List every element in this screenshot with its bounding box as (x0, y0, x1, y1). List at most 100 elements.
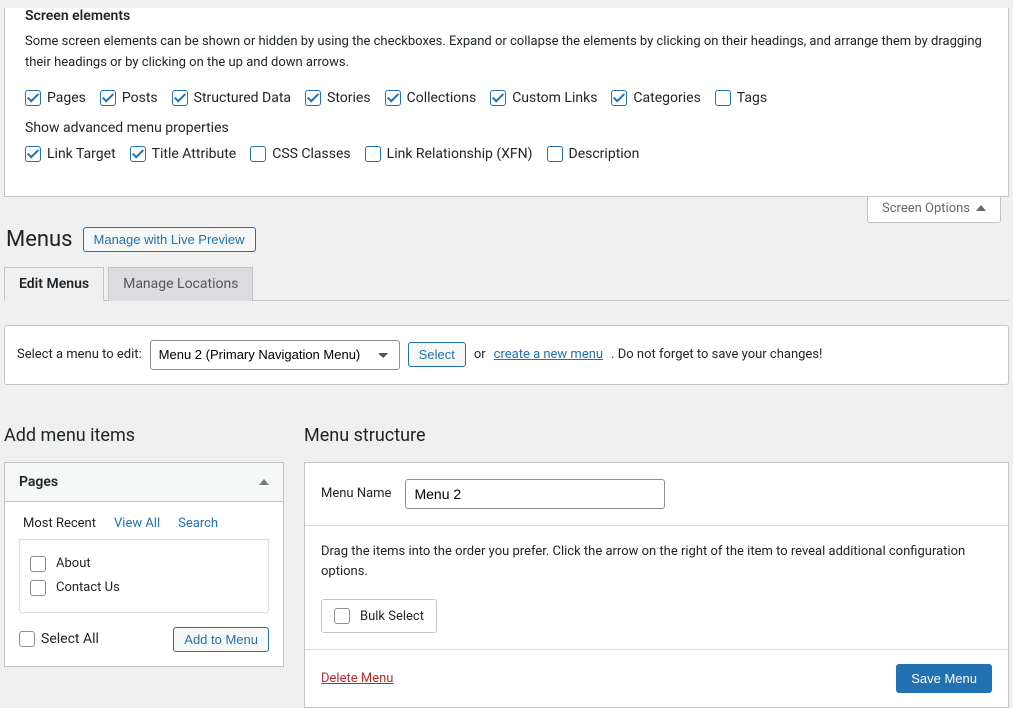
advanced-property-checkbox[interactable]: Link Relationship (XFN) (365, 146, 533, 162)
screen-element-checkbox[interactable]: Custom Links (490, 90, 597, 106)
main-tabs: Edit Menus Manage Locations (4, 266, 1009, 301)
screen-elements-heading: Screen elements (25, 8, 988, 24)
pages-items-box: About Contact Us (19, 539, 269, 613)
select-menu-label: Select a menu to edit: (17, 347, 142, 362)
pages-accordion: Pages Most Recent View All Search About C… (4, 462, 284, 667)
tab-manage-locations[interactable]: Manage Locations (108, 267, 253, 301)
add-items-column: Add menu items Pages Most Recent View Al… (4, 425, 284, 667)
checkbox-input[interactable] (365, 146, 381, 162)
checkbox-label: Description (569, 146, 640, 162)
checkbox-input[interactable] (611, 90, 627, 106)
live-preview-button[interactable]: Manage with Live Preview (83, 227, 256, 252)
screen-elements-desc: Some screen elements can be shown or hid… (25, 32, 988, 74)
checkbox-label: Posts (122, 90, 158, 106)
screen-options-panel: Screen elements Some screen elements can… (4, 8, 1009, 197)
advanced-properties-checkboxes: Link Target Title Attribute CSS Classes Lin… (25, 146, 988, 162)
screen-options-tab-wrap: Screen Options (12, 197, 1001, 223)
page-title: Menus (6, 227, 73, 252)
checkbox-input[interactable] (100, 90, 116, 106)
page-header: Menus Manage with Live Preview (0, 223, 1013, 266)
checkbox-input[interactable] (250, 146, 266, 162)
screen-element-checkbox[interactable]: Tags (715, 90, 767, 106)
checkbox-input[interactable] (490, 90, 506, 106)
menu-select[interactable]: Menu 2 (Primary Navigation Menu) (150, 340, 400, 370)
pages-footer: Select All Add to Menu (19, 613, 269, 652)
screen-options-label: Screen Options (882, 201, 970, 216)
advanced-property-checkbox[interactable]: Title Attribute (130, 146, 237, 162)
create-menu-link[interactable]: create a new menu (494, 347, 603, 362)
advanced-property-checkbox[interactable]: Link Target (25, 146, 116, 162)
pages-accordion-body: Most Recent View All Search About Contact… (5, 502, 283, 666)
page-item-label: About (56, 556, 91, 571)
add-to-menu-button[interactable]: Add to Menu (173, 627, 269, 652)
checkbox-input[interactable] (25, 146, 41, 162)
screen-element-checkbox[interactable]: Stories (305, 90, 371, 106)
save-menu-button[interactable]: Save Menu (896, 664, 992, 693)
checkbox-label: Structured Data (194, 90, 291, 106)
pages-accordion-header[interactable]: Pages (5, 463, 283, 502)
selector-tail: . Do not forget to save your changes! (611, 347, 822, 362)
bulk-select-checkbox[interactable] (334, 608, 350, 624)
menu-structure-desc: Drag the items into the order you prefer… (321, 542, 992, 584)
columns: Add menu items Pages Most Recent View Al… (4, 425, 1009, 708)
checkbox-label: Link Target (47, 146, 116, 162)
select-all-label: Select All (41, 631, 99, 647)
checkbox-label: Custom Links (512, 90, 597, 106)
checkbox-label: Title Attribute (152, 146, 237, 162)
add-items-heading: Add menu items (4, 425, 284, 446)
checkbox-label: Stories (327, 90, 371, 106)
menu-structure-heading: Menu structure (304, 425, 1009, 446)
menu-structure-box: Menu Name Drag the items into the order … (304, 462, 1009, 708)
tab-search[interactable]: Search (178, 516, 218, 531)
menu-selector-row: Select a menu to edit: Menu 2 (Primary N… (4, 325, 1009, 385)
menu-structure-column: Menu structure Menu Name Drag the items … (304, 425, 1009, 708)
page-item-label: Contact Us (56, 580, 120, 595)
checkbox-input[interactable] (547, 146, 563, 162)
screen-elements-checkboxes: Pages Posts Structured Data Stories Collecti… (25, 90, 988, 106)
delete-menu-link[interactable]: Delete Menu (321, 671, 393, 686)
checkbox-input[interactable] (25, 90, 41, 106)
screen-element-checkbox[interactable]: Collections (385, 90, 477, 106)
page-item-row: Contact Us (30, 576, 258, 600)
tab-view-all[interactable]: View All (114, 516, 160, 531)
page-item-checkbox[interactable] (30, 556, 46, 572)
menu-structure-footer: Delete Menu Save Menu (305, 649, 1008, 707)
advanced-property-checkbox[interactable]: Description (547, 146, 640, 162)
menu-name-input[interactable] (405, 479, 665, 509)
checkbox-input[interactable] (130, 146, 146, 162)
screen-element-checkbox[interactable]: Categories (611, 90, 700, 106)
chevron-up-icon (976, 205, 986, 211)
advanced-properties-label: Show advanced menu properties (25, 120, 988, 136)
pages-inner-tabs: Most Recent View All Search (19, 516, 269, 540)
select-all-input[interactable] (19, 631, 35, 647)
tab-edit-menus[interactable]: Edit Menus (4, 267, 104, 301)
bulk-select-label: Bulk Select (360, 609, 424, 624)
checkbox-label: Pages (47, 90, 86, 106)
page-item-row: About (30, 552, 258, 576)
checkbox-label: Link Relationship (XFN) (387, 146, 533, 162)
bulk-select-box: Bulk Select (321, 599, 437, 633)
select-button[interactable]: Select (408, 342, 466, 367)
screen-element-checkbox[interactable]: Pages (25, 90, 86, 106)
select-all-checkbox[interactable]: Select All (19, 631, 99, 647)
chevron-up-icon (259, 479, 269, 485)
screen-element-checkbox[interactable]: Structured Data (172, 90, 291, 106)
or-text: or (474, 347, 486, 362)
checkbox-label: Collections (407, 90, 477, 106)
checkbox-label: Tags (737, 90, 767, 106)
screen-element-checkbox[interactable]: Posts (100, 90, 158, 106)
checkbox-input[interactable] (305, 90, 321, 106)
checkbox-label: Categories (633, 90, 700, 106)
tab-most-recent[interactable]: Most Recent (23, 516, 96, 531)
menu-name-label: Menu Name (321, 486, 391, 501)
advanced-property-checkbox[interactable]: CSS Classes (250, 146, 350, 162)
checkbox-input[interactable] (715, 90, 731, 106)
page-item-checkbox[interactable] (30, 580, 46, 596)
menu-structure-body: Drag the items into the order you prefer… (305, 526, 1008, 650)
menu-structure-header: Menu Name (305, 463, 1008, 526)
checkbox-input[interactable] (172, 90, 188, 106)
screen-options-toggle[interactable]: Screen Options (867, 197, 1001, 223)
pages-title: Pages (19, 474, 58, 490)
checkbox-label: CSS Classes (272, 146, 350, 162)
checkbox-input[interactable] (385, 90, 401, 106)
